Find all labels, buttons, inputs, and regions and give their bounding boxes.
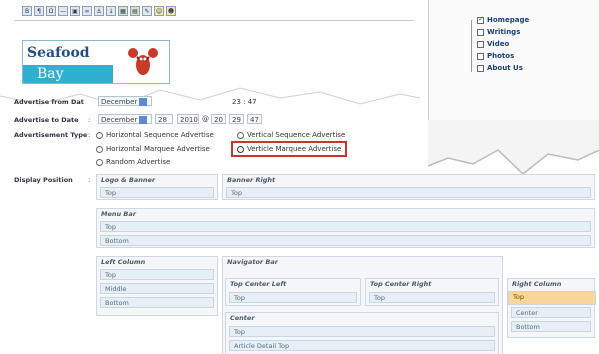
bold-icon[interactable]: B [22,6,32,16]
display-position-label: Display Position [14,176,73,184]
tree-item-photos[interactable]: Photos [477,52,514,60]
radio-icon[interactable] [237,145,244,153]
slot-right-column-center[interactable]: Center [511,307,591,318]
tree-item-video[interactable]: Video [477,40,509,48]
check-all-link[interactable]: Check k all [440,148,478,156]
slot-right-column-top[interactable]: Top [508,291,596,305]
panel-title: Right Column [512,280,562,288]
radio-icon[interactable] [96,158,103,166]
template-icon[interactable]: ✎ [142,6,152,16]
slot-left-column-middle[interactable]: Middle [100,283,214,294]
slot-logo-banner-top[interactable]: Top [100,187,214,198]
tree-item-about-us[interactable]: About Us [477,64,523,72]
panel-left-column: Left Column Top Middle Bottom [96,256,218,316]
panel-logo-banner: Logo & Banner Top [96,174,218,200]
tree-item-homepage[interactable]: Homepage [477,15,529,24]
to-minute-input[interactable]: 29 [229,114,244,124]
radio-vertical-sequence[interactable]: Vertical Sequence Advertise [237,131,345,139]
advertisement-type-label: Advertisement Type [14,131,88,139]
checkbox-icon[interactable] [477,15,484,24]
slot-left-column-bottom[interactable]: Bottom [100,297,214,308]
checkbox-icon[interactable] [477,40,484,48]
checkbox-icon[interactable] [477,64,484,72]
panel-banner-right: Banner Right Top [222,174,595,200]
panel-title: Left Column [101,258,146,266]
panel-right-column: Right Column Top Center Bottom [507,278,596,338]
slot-center-article-detail-top[interactable]: Article Detail Top [229,340,495,351]
panel-top-center-left: Top Center Left Top [225,278,361,306]
checkbox-icon[interactable] [477,52,484,60]
panel-title: Logo & Banner [101,176,156,184]
chevron-down-icon [139,98,148,106]
panel-title: Center [230,314,255,322]
colon-label: : [88,116,91,124]
checkbox-icon[interactable] [477,28,484,36]
image-icon[interactable]: ▣ [70,6,80,16]
slot-menu-bar-bottom[interactable]: Bottom [100,235,591,246]
from-time-text: 23 : 47 [232,98,257,106]
advertise-to-label: Advertise to Date [14,116,79,124]
panel-title: Banner Right [227,176,276,184]
advertise-from-label: Advertise from Dat [14,98,84,106]
panel-title: Top Center Left [230,280,287,288]
lobster-icon [128,48,158,75]
table-icon[interactable]: ▦ [118,6,128,16]
media-icon[interactable]: ▤ [130,6,140,16]
omega-icon[interactable]: Ω [46,6,56,16]
logo-subtitle: Bay [23,65,113,83]
to-month-select[interactable]: December [98,114,152,124]
chevron-down-icon [139,116,148,124]
emoticon-icon[interactable]: ☺ [154,6,164,16]
to-hour-input[interactable]: 20 [211,114,226,124]
editor-toolbar: B ¶ Ω — ▣ ∞ ⚓ ↓ ▦ ▤ ✎ ☺ ☻ [22,6,252,20]
anchor-icon[interactable]: ⚓ [94,6,104,16]
to-year-input[interactable]: 2010 [177,114,199,124]
tree-item-writings[interactable]: Writings [477,28,520,36]
colon-label: : [88,176,91,184]
radio-random[interactable]: Random Advertise [96,158,170,166]
hr-icon[interactable]: — [58,6,68,16]
category-tree-panel: Homepage Writings Video Photos About Us [428,0,599,148]
radio-verticle-marquee[interactable]: Verticle Marquee Advertise [231,141,348,157]
panel-title: Navigator Bar [227,258,278,266]
panel-title: Top Center Right [370,280,432,288]
seafood-bay-logo: Seafood Bay [22,40,170,84]
slot-top-center-left-top[interactable]: Top [229,292,357,303]
panel-menu-bar: Menu Bar Top Bottom [96,208,595,248]
download-icon[interactable]: ↓ [106,6,116,16]
slot-center-top[interactable]: Top [229,326,495,337]
slot-left-column-top[interactable]: Top [100,269,214,280]
colon-label: : [88,131,91,139]
panel-center: Center Top Article Detail Top [225,312,499,354]
logo-title: Seafood [27,45,90,61]
link-icon[interactable]: ∞ [82,6,92,16]
panel-title: Menu Bar [101,210,136,218]
slot-right-column-bottom[interactable]: Bottom [511,321,591,332]
slot-banner-right-top[interactable]: Top [226,187,591,198]
to-second-input[interactable]: 47 [247,114,262,124]
to-day-input[interactable]: 28 [155,114,173,124]
radio-icon[interactable] [96,131,103,139]
radio-icon[interactable] [96,145,103,153]
tree-line [471,20,472,72]
radio-icon[interactable] [237,131,244,139]
from-month-select[interactable]: December [98,96,152,106]
radio-horizontal-sequence[interactable]: Horizontal Sequence Advertise [96,131,214,139]
smiley-icon[interactable]: ☻ [166,6,176,16]
at-sign: @ [202,115,209,123]
format-icon[interactable]: ¶ [34,6,44,16]
panel-top-center-right: Top Center Right Top [365,278,499,306]
slot-menu-bar-top[interactable]: Top [100,221,591,232]
radio-horizontal-marquee[interactable]: Horizontal Marquee Advertise [96,145,210,153]
slot-top-center-right-top[interactable]: Top [369,292,495,303]
